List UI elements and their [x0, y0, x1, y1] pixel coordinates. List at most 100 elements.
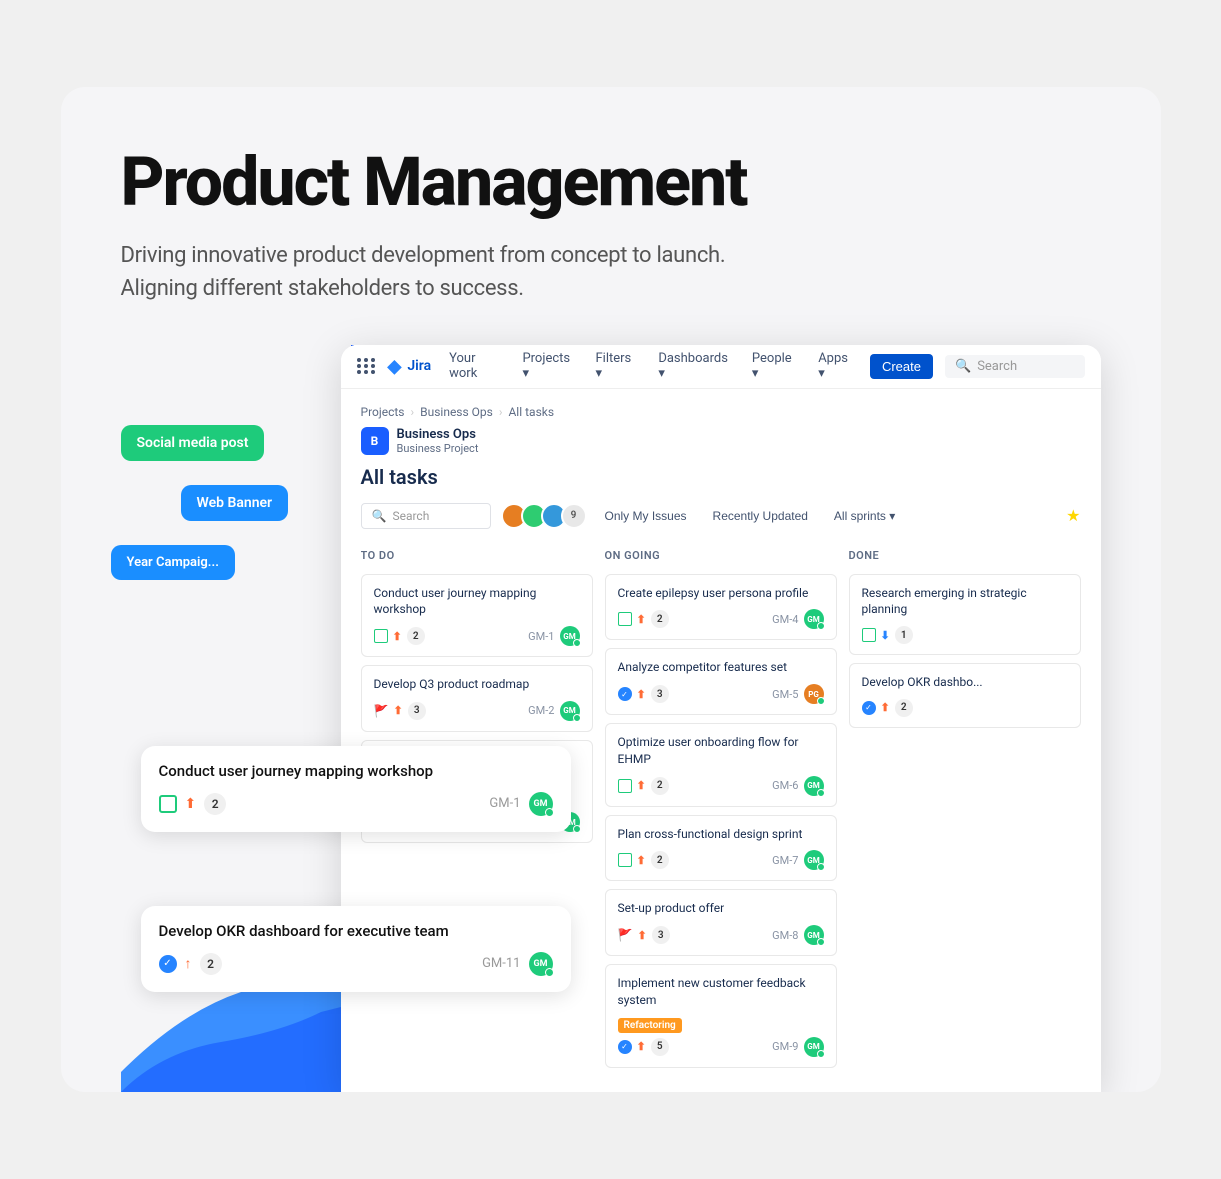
hero-section: Product Management Driving innovative pr…	[121, 147, 1101, 304]
card-icon-check: ✓	[862, 701, 876, 715]
priority-icon: ⬆	[637, 779, 646, 792]
project-info: Business Ops Business Project	[397, 427, 479, 455]
card-count: 3	[652, 926, 670, 944]
avatar-group: 9	[501, 503, 587, 529]
card-count: 3	[408, 702, 426, 720]
task-count: 2	[204, 793, 226, 815]
card-meta: 🚩 ⬆ 3 GM-2 GM	[374, 701, 580, 721]
kanban-card[interactable]: Research emerging in strategic planning …	[849, 574, 1081, 656]
priority-icon: ⬆	[637, 1040, 646, 1053]
kanban-card[interactable]: Plan cross-functional design sprint ⬆ 2 …	[605, 815, 837, 882]
nav-dashboards[interactable]: Dashboards ▾	[652, 347, 734, 385]
kanban-card[interactable]: Develop OKR dashbo... ✓ ⬆ 2	[849, 663, 1081, 728]
card-id: GM-8	[772, 929, 798, 942]
search-box[interactable]: 🔍 Search	[945, 355, 1085, 378]
recently-updated-btn[interactable]: Recently Updated	[705, 505, 816, 527]
kanban-card[interactable]: Create epilepsy user persona profile ⬆ 2…	[605, 574, 837, 641]
task-card-2: Develop OKR dashboard for executive team…	[141, 906, 571, 992]
priority-icon: ⬆	[637, 688, 646, 701]
card-count: 3	[651, 685, 669, 703]
nav-apps[interactable]: Apps ▾	[812, 347, 858, 385]
refactoring-tag: Refactoring	[618, 1018, 682, 1033]
card-meta: ✓ ⬆ 2	[862, 699, 1068, 717]
card-icon-sq	[618, 779, 632, 793]
card-count: 2	[651, 777, 669, 795]
hero-subtitle: Driving innovative product development f…	[121, 239, 801, 305]
card-count: 2	[651, 610, 669, 628]
card-avatar: GM	[560, 626, 580, 646]
card-meta: ✓ ⬆ 5 GM-9 GM	[618, 1037, 824, 1057]
web-banner-label: Web Banner	[181, 485, 289, 521]
ongoing-header: ON GOING	[605, 545, 837, 566]
card-avatar: PG	[804, 684, 824, 704]
card-avatar: GM	[804, 609, 824, 629]
star-button[interactable]: ★	[1066, 506, 1080, 525]
kanban-card[interactable]: Develop Q3 product roadmap 🚩 ⬆ 3 GM-2 GM	[361, 665, 593, 732]
task-icon-square	[159, 795, 177, 813]
priority-icon: ⬆	[393, 630, 402, 643]
card-id: GM-4	[772, 613, 798, 626]
priority-icon: ⬆	[881, 701, 890, 714]
card-count: 2	[895, 699, 913, 717]
priority-icon: ⬆	[637, 929, 646, 942]
jira-page-title: All tasks	[361, 465, 1081, 489]
kanban-card[interactable]: Analyze competitor features set ✓ ⬆ 3 GM…	[605, 648, 837, 715]
card-meta: ⬇ 1	[862, 626, 1068, 644]
search-placeholder: Search	[977, 359, 1017, 374]
card-meta: ⬆ 2 GM-1 GM	[374, 626, 580, 646]
filter-search-placeholder: Search	[392, 509, 429, 523]
kanban-card[interactable]: Conduct user journey mapping workshop ⬆ …	[361, 574, 593, 658]
filter-search[interactable]: 🔍 Search	[361, 503, 491, 529]
nav-people[interactable]: People ▾	[746, 347, 800, 385]
task-card-1-title: Conduct user journey mapping workshop	[159, 762, 553, 780]
waffle-icon[interactable]	[357, 358, 376, 374]
card-count: 1	[895, 626, 913, 644]
card-avatar: GM	[804, 850, 824, 870]
task-card-2-title: Develop OKR dashboard for executive team	[159, 922, 553, 940]
card-icon-check: ✓	[618, 687, 632, 701]
kanban-card[interactable]: Set-up product offer 🚩 ⬆ 3 GM-8 GM	[605, 889, 837, 956]
card-icon-sq	[374, 629, 388, 643]
card-icon-sq	[618, 612, 632, 626]
card-meta: ⬆ 2 GM-7 GM	[618, 850, 824, 870]
breadcrumb-sep-2: ›	[499, 405, 503, 419]
task-avatar-2: GM	[529, 952, 553, 976]
card-title: Research emerging in strategic planning	[862, 585, 1068, 619]
breadcrumb-projects[interactable]: Projects	[361, 405, 405, 419]
kanban-card[interactable]: Optimize user onboarding flow for EHMP ⬆…	[605, 723, 837, 807]
task-avatar: GM	[529, 792, 553, 816]
card-id: GM-1	[528, 630, 554, 643]
card-meta: ⬆ 2 GM-4 GM	[618, 609, 824, 629]
jira-navbar: ◆ Jira Your work Projects ▾ Filters ▾ Da…	[341, 345, 1101, 389]
ongoing-column: ON GOING Create epilepsy user persona pr…	[605, 545, 837, 1076]
filter-bar: 🔍 Search 9 Only My Issues Recently Updat…	[361, 503, 1081, 529]
nav-filters[interactable]: Filters ▾	[589, 347, 640, 385]
create-button[interactable]: Create	[870, 354, 933, 379]
card-title: Develop Q3 product roadmap	[374, 676, 580, 693]
nav-projects[interactable]: Projects ▾	[516, 347, 577, 385]
jira-logo: ◆ Jira	[388, 356, 432, 377]
card-id: GM-5	[772, 688, 798, 701]
card-title: Optimize user onboarding flow for EHMP	[618, 734, 824, 768]
page-wrapper: Product Management Driving innovative pr…	[61, 87, 1161, 1092]
project-icon: B	[361, 427, 389, 455]
flag-icon: 🚩	[374, 704, 389, 718]
done-header: DONE	[849, 545, 1081, 566]
kanban-card[interactable]: Implement new customer feedback system R…	[605, 964, 837, 1068]
breadcrumb-business-ops[interactable]: Business Ops	[420, 405, 493, 419]
priority-up-icon-2: ↑	[185, 955, 192, 972]
card-meta: 🚩 ⬆ 3 GM-8 GM	[618, 925, 824, 945]
card-title: Conduct user journey mapping workshop	[374, 585, 580, 619]
card-count: 5	[651, 1038, 669, 1056]
card-meta: ⬆ 2 GM-6 GM	[618, 776, 824, 796]
card-title: Set-up product offer	[618, 900, 824, 917]
only-my-issues-btn[interactable]: Only My Issues	[597, 505, 695, 527]
breadcrumb-sep-1: ›	[411, 405, 415, 419]
task-card-1-meta: ⬆ 2 GM-1 GM	[159, 792, 553, 816]
card-meta: ✓ ⬆ 3 GM-5 PG	[618, 684, 824, 704]
search-icon: 🔍	[955, 359, 971, 374]
nav-your-work[interactable]: Your work	[443, 347, 504, 385]
flag-icon: 🚩	[618, 928, 633, 942]
all-sprints-btn[interactable]: All sprints ▾	[826, 505, 903, 527]
breadcrumb: Projects › Business Ops › All tasks	[361, 405, 1081, 419]
